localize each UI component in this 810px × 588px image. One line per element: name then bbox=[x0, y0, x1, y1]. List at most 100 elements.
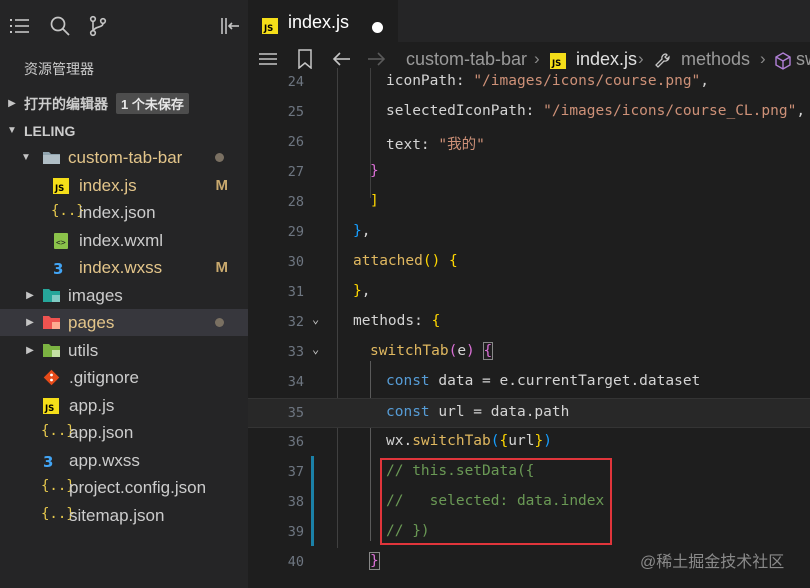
code-line-24: 24 iconPath: "/images/icons/course.png", bbox=[248, 68, 810, 98]
tree-folder-images[interactable]: ▶ images bbox=[0, 282, 248, 309]
line-number: 34 bbox=[287, 374, 304, 390]
code-line-27: 27 } bbox=[248, 158, 810, 188]
code-text: switchTab(e) { bbox=[370, 342, 494, 360]
code-line-28: 28 ] bbox=[248, 188, 810, 218]
explorer-sidebar: 资源管理器 ▶ 打开的编辑器 1 个未保存 ▼ LELING ▼ custom-t… bbox=[0, 0, 248, 588]
code-text: attached() { bbox=[353, 253, 458, 269]
line-number: 31 bbox=[287, 284, 304, 300]
tree-file-index-json[interactable]: {..} index.json bbox=[0, 199, 248, 226]
collapse-panel-icon[interactable] bbox=[218, 14, 242, 38]
tree-file-gitignore[interactable]: .gitignore bbox=[0, 364, 248, 391]
line-number: 26 bbox=[287, 134, 304, 150]
svg-text:<>: <> bbox=[56, 238, 66, 247]
workspace-label: LELING bbox=[24, 122, 76, 139]
tree-label: .gitignore bbox=[69, 367, 139, 387]
activity-bar bbox=[0, 0, 248, 54]
breadcrumb-file[interactable]: index.js bbox=[576, 49, 637, 70]
tab-index-js[interactable]: JS index.js bbox=[248, 0, 398, 42]
fold-chevron-icon[interactable]: ⌄ bbox=[312, 312, 319, 326]
code-text: } bbox=[370, 163, 379, 179]
tree-label: app.wxss bbox=[69, 450, 140, 470]
source-control-icon[interactable] bbox=[86, 14, 110, 38]
code-text: iconPath: "/images/icons/course.png", bbox=[386, 73, 710, 89]
tree-label: index.json bbox=[79, 202, 156, 222]
svg-text:3: 3 bbox=[43, 453, 53, 469]
tree-label: pages bbox=[68, 312, 115, 332]
breadcrumb-folder[interactable]: custom-tab-bar bbox=[406, 49, 527, 70]
fold-chevron-icon[interactable]: ⌄ bbox=[312, 342, 319, 356]
chevron-right-icon: › bbox=[534, 49, 540, 68]
tree-label: index.js bbox=[79, 175, 137, 195]
line-number: 35 bbox=[287, 405, 304, 421]
tree-file-sitemap-json[interactable]: {..} sitemap.json bbox=[0, 502, 248, 529]
line-number: 36 bbox=[287, 434, 304, 450]
tree-file-app-json[interactable]: {..} app.json bbox=[0, 419, 248, 446]
tree-file-index-wxml[interactable]: <> index.wxml bbox=[0, 227, 248, 254]
modified-dot bbox=[215, 318, 224, 327]
tree-label: sitemap.json bbox=[69, 505, 165, 525]
chevron-right-icon: › bbox=[760, 49, 766, 68]
chevron-down-icon: ▼ bbox=[7, 125, 17, 136]
svg-text:3: 3 bbox=[53, 260, 63, 276]
code-text: text: "我的" bbox=[386, 137, 485, 153]
line-number: 28 bbox=[287, 194, 304, 210]
code-line-30: 30 attached() { bbox=[248, 248, 810, 278]
chevron-right-icon: › bbox=[638, 49, 644, 68]
workspace-section[interactable]: ▼ LELING bbox=[0, 117, 248, 144]
line-number: 33 bbox=[287, 344, 304, 360]
code-line-36: 36 wx.switchTab({url}) bbox=[248, 428, 810, 458]
unsaved-badge: 1 个未保存 bbox=[116, 93, 189, 114]
tree-file-app-wxss[interactable]: 3 app.wxss bbox=[0, 447, 248, 474]
line-number: 27 bbox=[287, 164, 304, 180]
watermark: @稀土掘金技术社区 bbox=[640, 554, 785, 571]
json-file-icon: {..} bbox=[41, 423, 75, 439]
code-text: wx.switchTab({url}) bbox=[386, 433, 552, 449]
code-text: }, bbox=[353, 223, 371, 239]
code-text: const data = e.currentTarget.dataset bbox=[386, 373, 701, 389]
open-editors-section[interactable]: ▶ 打开的编辑器 1 个未保存 bbox=[0, 90, 248, 117]
tree-label: custom-tab-bar bbox=[68, 147, 183, 167]
tree-file-project-config-json[interactable]: {..} project.config.json bbox=[0, 474, 248, 501]
css-file-icon: 3 bbox=[53, 260, 70, 278]
tab-label: index.js bbox=[288, 12, 350, 32]
line-number: 40 bbox=[287, 554, 304, 570]
tree-folder-pages[interactable]: ▶ pages bbox=[0, 309, 248, 336]
search-icon[interactable] bbox=[48, 14, 72, 38]
line-number: 37 bbox=[287, 464, 304, 480]
folder-utils-icon bbox=[42, 342, 60, 359]
tree-label: app.json bbox=[69, 422, 134, 442]
tree-folder-custom-tab-bar[interactable]: ▼ custom-tab-bar bbox=[0, 144, 248, 171]
tree-file-app-js[interactable]: JS app.js bbox=[0, 392, 248, 419]
folder-pages-icon bbox=[42, 314, 60, 331]
tree-label: utils bbox=[68, 340, 99, 360]
git-modified-badge: M bbox=[215, 259, 229, 276]
breadcrumb-symbol[interactable]: methods bbox=[681, 49, 750, 70]
code-line-31: 31 }, bbox=[248, 278, 810, 308]
js-file-icon: JS bbox=[53, 178, 70, 195]
tree-file-index-wxss[interactable]: 3 index.wxss M bbox=[0, 254, 248, 281]
menu-icon[interactable] bbox=[8, 14, 32, 38]
tree-file-index-js[interactable]: JS index.js M bbox=[0, 172, 248, 199]
tree-label: project.config.json bbox=[69, 477, 207, 497]
svg-text:JS: JS bbox=[263, 24, 273, 34]
js-file-icon: JS bbox=[43, 398, 60, 415]
chevron-down-icon: ▼ bbox=[21, 152, 31, 163]
json-file-icon: {..} bbox=[41, 506, 75, 522]
unsaved-dot-icon[interactable] bbox=[372, 22, 383, 33]
chevron-right-icon: ▶ bbox=[8, 98, 16, 109]
line-number: 32 bbox=[287, 314, 304, 330]
code-line-26: 26 text: "我的" bbox=[248, 128, 810, 158]
open-editors-label: 打开的编辑器 bbox=[24, 96, 108, 112]
git-change-bar bbox=[311, 456, 314, 546]
json-file-icon: {..} bbox=[41, 478, 75, 494]
svg-text:JS: JS bbox=[44, 404, 54, 414]
line-number: 24 bbox=[287, 74, 304, 90]
tree-folder-utils[interactable]: ▶ utils bbox=[0, 337, 248, 364]
code-text: const url = data.path bbox=[386, 404, 570, 420]
code-text: selectedIconPath: "/images/icons/course_… bbox=[386, 103, 806, 119]
modified-dot bbox=[215, 153, 224, 162]
code-text: ] bbox=[370, 193, 379, 209]
git-modified-badge: M bbox=[215, 177, 229, 194]
breadcrumb-next[interactable]: sw bbox=[796, 49, 810, 70]
line-number: 30 bbox=[287, 254, 304, 270]
